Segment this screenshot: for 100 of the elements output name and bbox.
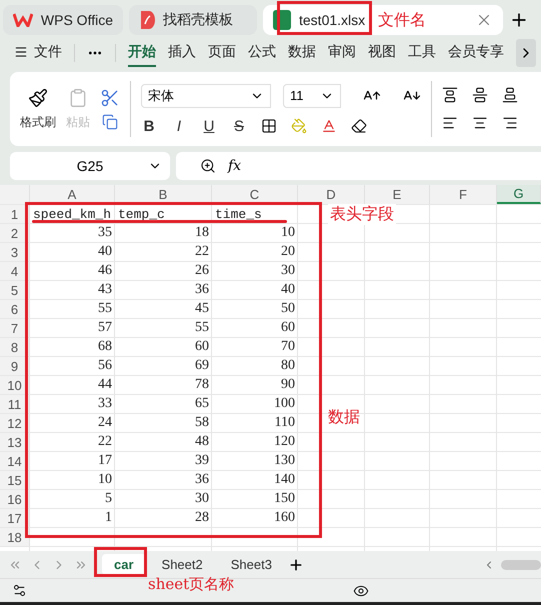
align-middle-icon[interactable] — [472, 87, 488, 103]
table-cell-text: 18 — [194, 224, 210, 242]
row-header[interactable]: 18 — [0, 528, 30, 546]
add-sheet-icon[interactable] — [288, 556, 304, 572]
format-painter-label[interactable]: 格式刷 — [20, 114, 56, 130]
app-tab[interactable]: WPS Office — [3, 4, 123, 34]
table-cell-text: 45 — [194, 300, 210, 318]
menu-item[interactable]: 页面 — [208, 39, 236, 67]
zoom-icon[interactable] — [200, 158, 216, 174]
menu-item[interactable]: 会员专享 — [448, 39, 504, 67]
column-header[interactable]: E — [365, 185, 430, 204]
text-style-button[interactable]: S — [231, 118, 247, 134]
table-cell-text: 40 — [280, 281, 296, 299]
table-cell-text: 69 — [194, 357, 210, 375]
row-header[interactable]: 1 — [0, 205, 30, 223]
table-cell-text: 43 — [97, 281, 113, 299]
align-center-icon[interactable] — [472, 115, 488, 131]
annotation-box — [94, 547, 147, 577]
menu-item[interactable]: 视图 — [368, 39, 396, 67]
align-left-icon[interactable] — [442, 115, 458, 131]
font-color-icon[interactable] — [321, 118, 337, 134]
row-header[interactable]: 3 — [0, 243, 30, 261]
row-header[interactable]: 7 — [0, 319, 30, 337]
formula-bar[interactable]: fx — [176, 152, 541, 180]
app-tab[interactable]: 找稻壳模板 — [129, 4, 257, 34]
row-header[interactable]: 8 — [0, 338, 30, 356]
text-style-button[interactable]: B — [141, 118, 157, 134]
table-cell-text: 57 — [97, 319, 113, 337]
table-cell-text: 68 — [97, 338, 113, 356]
menu-item[interactable]: 插入 — [168, 39, 196, 67]
annotation-label: sheet页名称 — [148, 575, 234, 594]
logo-icon — [13, 12, 33, 26]
sheet-tab[interactable]: car — [102, 554, 146, 575]
font-select[interactable]: 宋体 — [141, 84, 271, 108]
row-header[interactable]: 9 — [0, 357, 30, 375]
annotation-label: 表头字段 — [328, 204, 396, 225]
borders-icon[interactable] — [261, 118, 277, 134]
table-cell-text: 44 — [97, 376, 113, 394]
table-cell-text: 110 — [274, 414, 296, 432]
table-cell-text: 36 — [194, 281, 210, 299]
row-header[interactable]: 11 — [0, 395, 30, 413]
table-cell-text: 60 — [194, 338, 210, 356]
table-cell-text: 30 — [194, 490, 210, 508]
menu-item[interactable]: 数据 — [288, 39, 316, 67]
align-top-icon[interactable] — [442, 87, 458, 103]
table-cell-text: 150 — [273, 490, 296, 508]
text-style-button[interactable]: I — [171, 118, 187, 134]
format-painter-icon[interactable] — [28, 88, 48, 108]
align-right-icon[interactable] — [502, 115, 518, 131]
table-cell-text: 30 — [280, 262, 296, 280]
font-size-select[interactable]: 11 — [283, 84, 341, 108]
table-cell-text: 39 — [194, 452, 210, 470]
row-header[interactable]: 5 — [0, 281, 30, 299]
table-cell-text: 130 — [273, 452, 296, 470]
table-cell-text: 22 — [194, 243, 210, 261]
row-header[interactable]: 15 — [0, 471, 30, 489]
annotation-label: 数据 — [328, 407, 360, 428]
row-header[interactable]: 4 — [0, 262, 30, 280]
column-header[interactable]: F — [430, 185, 497, 204]
table-cell-text: 1 — [104, 509, 113, 527]
sheet-tab[interactable]: Sheet3 — [218, 554, 284, 575]
text-style-button[interactable]: U — [201, 118, 217, 134]
menu-item[interactable]: 审阅 — [328, 39, 356, 67]
row-header[interactable]: 10 — [0, 376, 30, 394]
row-header[interactable]: 12 — [0, 414, 30, 432]
row-header[interactable]: 2 — [0, 224, 30, 242]
table-cell-text: 46 — [97, 262, 113, 280]
table-cell-text: 78 — [194, 376, 210, 394]
table-cell-text: 120 — [273, 433, 296, 451]
table-cell-text: 35 — [97, 224, 113, 242]
table-cell-text: 50 — [280, 300, 296, 318]
align-bottom-icon[interactable] — [502, 87, 518, 103]
row-header[interactable]: 6 — [0, 300, 30, 318]
menu-item[interactable]: 工具 — [408, 39, 436, 67]
table-cell-text: 55 — [194, 319, 210, 337]
column-header[interactable]: D — [298, 185, 365, 204]
copy-icon[interactable] — [102, 114, 118, 130]
row-header[interactable]: 16 — [0, 490, 30, 508]
table-cell-text: 26 — [194, 262, 210, 280]
fill-color-icon[interactable] — [291, 118, 307, 134]
sheet-tab[interactable]: Sheet2 — [150, 554, 215, 575]
menu-item[interactable]: 公式 — [248, 39, 276, 67]
scroll-right-button[interactable] — [516, 39, 536, 67]
row-header[interactable]: 14 — [0, 452, 30, 470]
menu-icon[interactable] — [14, 45, 28, 59]
table-cell-text: 17 — [97, 452, 113, 470]
table-cell-text: 48 — [194, 433, 210, 451]
column-header[interactable]: G — [497, 185, 541, 204]
table-cell-text: 36 — [194, 471, 210, 489]
menu-item[interactable]: 开始 — [128, 39, 156, 67]
cut-icon[interactable] — [100, 88, 120, 108]
scrollbar-thumb[interactable] — [501, 560, 541, 570]
row-header[interactable]: 13 — [0, 433, 30, 451]
table-cell-text: 100 — [273, 395, 296, 413]
menu-item[interactable]: 文件 — [14, 39, 62, 67]
name-box[interactable]: G25 — [10, 152, 170, 180]
row-header[interactable]: 17 — [0, 509, 30, 527]
table-cell-text: speed_km_h — [32, 206, 112, 223]
eraser-icon[interactable] — [351, 118, 367, 134]
leaf-logo-icon — [139, 10, 155, 28]
